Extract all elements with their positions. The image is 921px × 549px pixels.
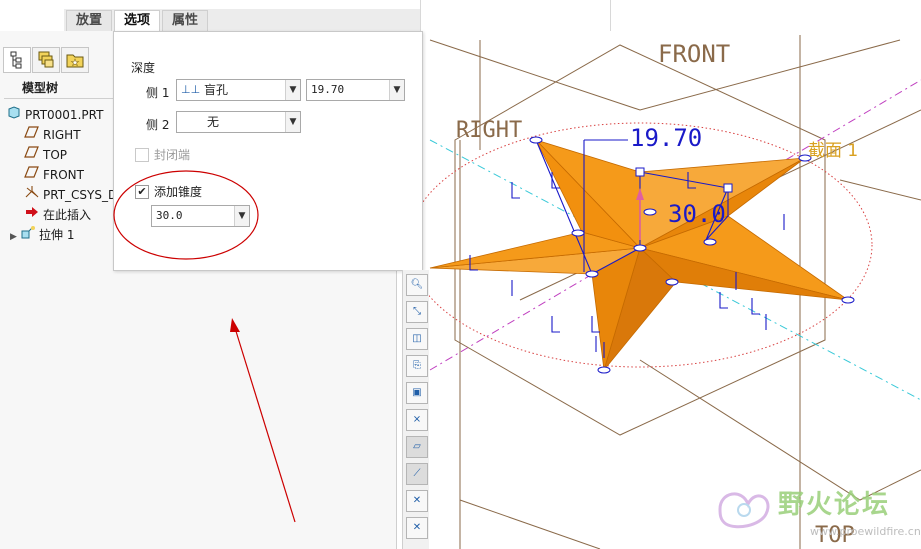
forum-logo xyxy=(718,492,770,529)
plane-label-front: FRONT xyxy=(658,40,730,68)
tab-properties[interactable]: 属性 xyxy=(162,10,208,31)
tree-item-label: FRONT xyxy=(43,168,84,182)
side1-depth-type-value: 盲孔 xyxy=(204,83,229,97)
strip-divider xyxy=(610,0,611,31)
datum-plane-outline xyxy=(459,499,601,549)
tree-item-insert-here[interactable]: 在此插入 xyxy=(24,205,91,223)
side2-label: 侧 2 xyxy=(146,118,170,132)
strip-divider xyxy=(420,0,421,31)
vertex-marker xyxy=(841,296,855,304)
zoom-icon: 🔍︎ xyxy=(410,279,424,290)
side2-depth-type-value: 无 xyxy=(207,115,220,129)
chevron-down-icon[interactable]: ▼ xyxy=(285,112,300,132)
depth-dimension[interactable]: 19.70 xyxy=(630,124,702,152)
vertex-marker xyxy=(703,238,717,246)
vertex-marker xyxy=(597,366,611,374)
datum-axis-icon: ⨯ xyxy=(412,414,422,425)
annotation-circle xyxy=(113,170,259,260)
datum-point-toggle[interactable]: ⟋ xyxy=(406,463,428,485)
section-label: 截面 1 xyxy=(808,141,858,161)
side2-depth-type-select[interactable]: 无 ▼ xyxy=(176,111,301,133)
saved-views-icon: ⎘ xyxy=(413,360,421,371)
tree-item-csys[interactable]: PRT_CSYS_D xyxy=(24,185,117,203)
vertex-marker xyxy=(571,229,585,237)
datum-plane-icon xyxy=(24,125,40,144)
csys-display-icon: ✕ xyxy=(412,522,422,533)
capped-ends-checkbox[interactable] xyxy=(135,148,149,162)
view-toolbar: 🔍︎ ⤡ ◫ ⎘ ▣ ⨯ ▱ ⟋ ✕ ✕ xyxy=(402,270,429,549)
vertex-marker xyxy=(633,244,647,252)
side1-depth-value-input[interactable]: 19.70 ▼ xyxy=(306,79,405,101)
drag-handle[interactable] xyxy=(635,167,645,177)
view-manager-button[interactable]: ▣ xyxy=(406,382,428,404)
vertex-marker xyxy=(665,278,679,286)
zoom-in-button[interactable]: 🔍︎ xyxy=(406,274,428,296)
datum-plane-toggle[interactable]: ▱ xyxy=(406,436,428,458)
datum-plane-icon xyxy=(24,145,40,164)
folder-star-icon xyxy=(66,54,84,68)
datum-planes xyxy=(429,35,921,549)
expand-arrow-icon[interactable]: ▶ xyxy=(10,228,20,246)
vertex-marker xyxy=(529,136,543,144)
tree-item-label: PRT0001.PRT xyxy=(25,108,104,122)
chevron-down-icon[interactable]: ▼ xyxy=(285,80,300,100)
tree-item-extrude[interactable]: ▶ 拉伸 1 xyxy=(10,225,74,243)
point-display-icon: ✕ xyxy=(412,495,422,506)
tree-item-top[interactable]: TOP xyxy=(24,145,67,163)
csys-display-toggle[interactable]: ✕ xyxy=(406,517,428,539)
tree-item-front[interactable]: FRONT xyxy=(24,165,84,183)
model-tree-icon xyxy=(10,51,22,69)
drag-handle[interactable] xyxy=(723,183,733,193)
shading-button[interactable]: ◫ xyxy=(406,328,428,350)
tree-item-label: TOP xyxy=(43,148,68,162)
shading-icon: ◫ xyxy=(412,333,422,344)
part-icon xyxy=(6,105,22,124)
favorites-tab-button[interactable] xyxy=(61,47,89,73)
constraint-symbol xyxy=(551,316,560,333)
plane-label-right: RIGHT xyxy=(456,118,522,143)
datum-plane-outline xyxy=(839,179,921,201)
depth-label: 深度 xyxy=(131,61,156,75)
vertex-marker xyxy=(585,270,599,278)
tree-item-label: 在此插入 xyxy=(43,208,92,222)
watermark-text: 野火论坛 xyxy=(778,490,891,520)
tab-options[interactable]: 选项 xyxy=(114,10,160,33)
vertex-marker xyxy=(643,208,657,216)
extrude-icon xyxy=(20,225,36,244)
watermark-url: www.proewildfire.cn xyxy=(810,525,921,538)
side1-depth-type-select[interactable]: ⊥⊥ 盲孔 ▼ xyxy=(176,79,301,101)
layer-tree-tab-button[interactable] xyxy=(32,47,60,73)
chevron-down-icon[interactable]: ▼ xyxy=(389,80,404,100)
point-display-toggle[interactable]: ✕ xyxy=(406,490,428,512)
csys-icon xyxy=(24,185,40,204)
annotation-arrow xyxy=(230,318,296,523)
taper-dimension[interactable]: 30.0 xyxy=(668,200,726,228)
datum-plane-icon xyxy=(24,165,40,184)
refit-button[interactable]: ⤡ xyxy=(406,301,428,323)
model-tree-tab-button[interactable] xyxy=(3,47,31,73)
tree-item-label: PRT_CSYS_D xyxy=(43,188,118,202)
tree-item-label: RIGHT xyxy=(43,128,81,142)
datum-plane-icon: ▱ xyxy=(413,441,421,452)
tree-item-right[interactable]: RIGHT xyxy=(24,125,81,143)
datum-plane-outline xyxy=(639,359,921,501)
side1-label: 侧 1 xyxy=(146,86,170,100)
tree-item-part[interactable]: PRT0001.PRT xyxy=(6,105,103,123)
datum-axis-toggle[interactable]: ⨯ xyxy=(406,409,428,431)
tree-item-label: 拉伸 1 xyxy=(39,228,75,242)
layers-icon xyxy=(38,51,54,68)
side1-depth-value: 19.70 xyxy=(311,83,345,96)
saved-views-button[interactable]: ⎘ xyxy=(406,355,428,377)
refit-icon: ⤡ xyxy=(413,306,421,317)
insert-arrow-icon xyxy=(24,205,40,224)
capped-ends-label: 封闭端 xyxy=(154,148,191,162)
model-tree-header: 模型树 xyxy=(4,78,126,99)
datum-point-icon: ⟋ xyxy=(413,468,421,479)
blind-depth-icon: ⊥⊥ xyxy=(181,83,201,96)
graphics-viewport[interactable]: FRONT RIGHT TOP 截面 1 19.70 30.0 xyxy=(396,31,921,549)
camera-icon: ▣ xyxy=(412,387,422,398)
tab-placement[interactable]: 放置 xyxy=(66,10,112,31)
